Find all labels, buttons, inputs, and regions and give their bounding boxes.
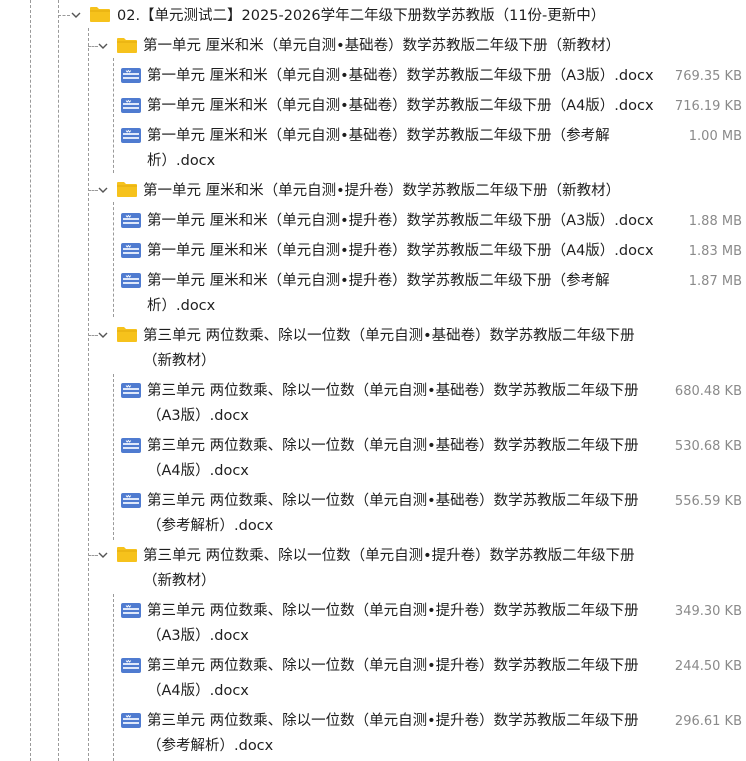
word-document-icon bbox=[121, 273, 141, 288]
tree-guide-root-children bbox=[88, 28, 89, 761]
file-name-line-1: 第三单元 两位数乘、除以一位数（单元自测•提升卷）数学苏教版二年级下册 bbox=[147, 713, 639, 729]
file-name: 第一单元 厘米和米（单元自测•提升卷）数学苏教版二年级下册（A3版）.docx bbox=[147, 213, 654, 229]
chevron-down-icon[interactable] bbox=[97, 549, 109, 561]
file-size: 349.30 KB bbox=[674, 604, 742, 619]
folder-label-line-1: 第三单元 两位数乘、除以一位数（单元自测•基础卷）数学苏教版二年级下册 bbox=[143, 328, 635, 344]
folder-label: 第一单元 厘米和米（单元自测•基础卷）数学苏教版二年级下册（新教材） bbox=[143, 38, 621, 54]
file-name-line-2: （A4版）.docx bbox=[147, 683, 249, 699]
file-size: 556.59 KB bbox=[674, 494, 742, 509]
word-document-icon bbox=[121, 493, 141, 508]
folder-icon bbox=[117, 327, 137, 342]
file-size: 1.87 MB bbox=[688, 274, 742, 289]
file-size: 244.50 KB bbox=[674, 659, 742, 674]
folder-icon bbox=[117, 182, 137, 197]
file-name-line-2: （参考解析）.docx bbox=[147, 518, 274, 534]
root-folder-label: 02.【单元测试二】2025-2026学年二年级下册数学苏教版（11份-更新中） bbox=[117, 8, 606, 24]
word-document-icon bbox=[121, 438, 141, 453]
word-document-icon bbox=[121, 603, 141, 618]
word-document-icon bbox=[121, 658, 141, 673]
chevron-down-icon[interactable] bbox=[97, 40, 109, 52]
file-size: 1.88 MB bbox=[688, 214, 742, 229]
file-name: 第一单元 厘米和米（单元自测•提升卷）数学苏教版二年级下册（A4版）.docx bbox=[147, 243, 654, 259]
file-name-line-2: （A4版）.docx bbox=[147, 463, 249, 479]
file-size: 296.61 KB bbox=[674, 714, 742, 729]
folder-label: 第一单元 厘米和米（单元自测•提升卷）数学苏教版二年级下册（新教材） bbox=[143, 183, 621, 199]
file-size: 530.68 KB bbox=[674, 439, 742, 454]
file-name: 第一单元 厘米和米（单元自测•基础卷）数学苏教版二年级下册（A3版）.docx bbox=[147, 68, 654, 84]
folder-label-line-2: （新教材） bbox=[143, 353, 216, 369]
file-size: 1.00 MB bbox=[688, 129, 742, 144]
folder-icon bbox=[117, 38, 137, 53]
file-name-line-1: 第三单元 两位数乘、除以一位数（单元自测•基础卷）数学苏教版二年级下册 bbox=[147, 383, 639, 399]
tree-guide-far-left bbox=[30, 0, 31, 761]
file-name-line-2: 析）.docx bbox=[147, 153, 216, 169]
file-size: 716.19 KB bbox=[674, 99, 742, 114]
word-document-icon bbox=[121, 383, 141, 398]
tree-guide-root bbox=[58, 0, 59, 761]
tree-guide-children bbox=[113, 594, 114, 761]
file-name-line-1: 第三单元 两位数乘、除以一位数（单元自测•基础卷）数学苏教版二年级下册 bbox=[147, 438, 639, 454]
file-name-line-1: 第一单元 厘米和米（单元自测•提升卷）数学苏教版二年级下册（参考解 bbox=[147, 273, 610, 289]
file-name-line-1: 第三单元 两位数乘、除以一位数（单元自测•提升卷）数学苏教版二年级下册 bbox=[147, 658, 639, 674]
file-name-line-1: 第一单元 厘米和米（单元自测•基础卷）数学苏教版二年级下册（参考解 bbox=[147, 128, 610, 144]
file-size: 769.35 KB bbox=[674, 69, 742, 84]
folder-icon bbox=[90, 7, 110, 22]
word-document-icon bbox=[121, 68, 141, 83]
file-size: 1.83 MB bbox=[688, 244, 742, 259]
word-document-icon bbox=[121, 128, 141, 143]
chevron-down-icon[interactable] bbox=[97, 184, 109, 196]
folder-label-line-2: （新教材） bbox=[143, 573, 216, 589]
file-name-line-1: 第三单元 两位数乘、除以一位数（单元自测•提升卷）数学苏教版二年级下册 bbox=[147, 603, 639, 619]
file-size: 680.48 KB bbox=[674, 384, 742, 399]
word-document-icon bbox=[121, 98, 141, 113]
file-name-line-1: 第三单元 两位数乘、除以一位数（单元自测•基础卷）数学苏教版二年级下册 bbox=[147, 493, 639, 509]
file-name: 第一单元 厘米和米（单元自测•基础卷）数学苏教版二年级下册（A4版）.docx bbox=[147, 98, 654, 114]
file-name-line-2: （A3版）.docx bbox=[147, 628, 249, 644]
tree-guide-children bbox=[113, 374, 114, 540]
chevron-down-icon[interactable] bbox=[97, 329, 109, 341]
tree-guide-root-branch bbox=[58, 15, 70, 16]
chevron-down-icon[interactable] bbox=[70, 9, 82, 21]
folder-label-line-1: 第三单元 两位数乘、除以一位数（单元自测•提升卷）数学苏教版二年级下册 bbox=[143, 548, 635, 564]
word-document-icon bbox=[121, 713, 141, 728]
word-document-icon bbox=[121, 213, 141, 228]
file-name-line-2: 析）.docx bbox=[147, 298, 216, 314]
file-name-line-2: （参考解析）.docx bbox=[147, 738, 274, 754]
tree-guide-children bbox=[113, 58, 114, 173]
folder-icon bbox=[117, 547, 137, 562]
tree-guide-children bbox=[113, 202, 114, 317]
word-document-icon bbox=[121, 243, 141, 258]
file-name-line-2: （A3版）.docx bbox=[147, 408, 249, 424]
